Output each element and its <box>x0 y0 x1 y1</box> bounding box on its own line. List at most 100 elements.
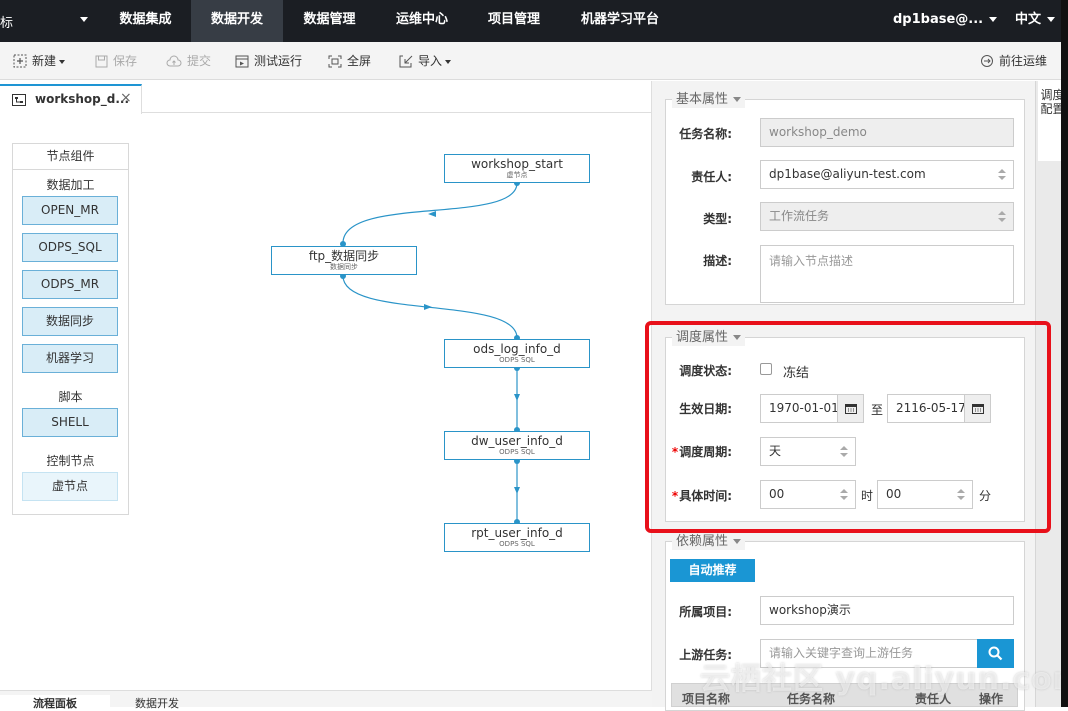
nav-data-integration[interactable]: 数据集成 <box>100 0 191 42</box>
nav-data-management[interactable]: 数据管理 <box>283 0 376 42</box>
tab-data-dev[interactable]: 数据开发 <box>135 695 179 711</box>
user-menu[interactable]: dp1base@... <box>893 0 998 40</box>
upstream-search-button[interactable] <box>977 639 1014 668</box>
save-icon <box>95 55 108 68</box>
chevron-down-icon <box>1047 17 1056 22</box>
label-text: 具体时间: <box>679 489 732 503</box>
upstream-search-input[interactable]: 请输入关键字查询上游任务 <box>760 639 978 668</box>
owner-value: dp1base@aliyun-test.com <box>769 167 926 181</box>
nav-project-management[interactable]: 项目管理 <box>468 0 560 42</box>
test-run-label: 测试运行 <box>254 54 303 68</box>
node-type: ODPS SQL <box>499 540 535 548</box>
chevron-down-icon <box>733 335 742 340</box>
edge-start-to-ftp <box>342 182 518 244</box>
upstream-label: 上游任务: <box>679 648 732 662</box>
new-button[interactable]: 新建 <box>13 52 66 70</box>
dependency-properties-toggle[interactable]: 依赖属性 <box>672 533 746 550</box>
project-input[interactable]: workshop演示 <box>760 596 1014 625</box>
save-label: 保存 <box>113 54 138 68</box>
flow-node-ftp-sync[interactable]: ftp_数据同步 数据同步 <box>271 246 417 275</box>
goto-ops-button[interactable]: 前往运维 <box>980 52 1047 70</box>
chevron-down-icon <box>733 97 742 102</box>
test-run-icon <box>235 55 249 68</box>
search-icon <box>988 646 1003 661</box>
select-arrows-icon <box>957 489 965 501</box>
required-mark: * <box>671 445 679 459</box>
submit-label: 提交 <box>187 54 212 68</box>
date-range-separator: 至 <box>871 403 884 417</box>
fullscreen-label: 全屏 <box>347 54 372 68</box>
flow-node-workshop-start[interactable]: workshop_start 虚节点 <box>444 154 590 183</box>
test-run-button[interactable]: 测试运行 <box>235 52 302 70</box>
nav-data-development[interactable]: 数据开发 <box>191 0 283 42</box>
node-type: 虚节点 <box>506 171 528 179</box>
arrow-circle-icon <box>981 55 993 67</box>
upstream-table-header: 项目名称 任务名称 责任人 操作 <box>671 683 1018 707</box>
section-title: 依赖属性 <box>676 534 729 549</box>
fullscreen-icon <box>328 55 342 68</box>
freeze-checkbox[interactable] <box>760 363 772 375</box>
schedule-cycle-label: *调度周期: <box>660 443 732 460</box>
tab-workshop-demo[interactable]: workshop_d... × <box>0 84 142 114</box>
arrow-icon <box>514 394 520 401</box>
minute-select[interactable]: 00 <box>877 480 973 509</box>
select-arrows-icon <box>840 489 848 501</box>
node-name: ftp_数据同步 <box>308 249 380 263</box>
node-type: 数据同步 <box>330 263 358 271</box>
flow-node-ods-log-info[interactable]: ods_log_info_d ODPS SQL <box>444 339 590 368</box>
label-text: 调度周期: <box>679 445 732 459</box>
hour-value: 00 <box>769 487 785 501</box>
description-textarea[interactable]: 请输入节点描述 <box>760 245 1014 303</box>
close-icon[interactable]: × <box>120 90 132 106</box>
basic-properties-toggle[interactable]: 基本属性 <box>672 91 746 108</box>
hour-select[interactable]: 00 <box>760 480 856 509</box>
calendar-icon <box>845 404 857 414</box>
arrow-icon <box>428 211 436 217</box>
toolbar: 新建 保存 提交 测试运行 全屏 导入 前往运维 <box>0 42 1068 80</box>
import-button[interactable]: 导入 <box>399 52 452 70</box>
nav-ops-center[interactable]: 运维中心 <box>376 0 468 42</box>
type-select[interactable]: 工作流任务 <box>760 202 1014 231</box>
goto-ops-label: 前往运维 <box>999 54 1048 68</box>
select-arrows-icon <box>998 169 1006 181</box>
brand-text: 标 <box>0 16 14 31</box>
bottom-tab-bar: 流程面板 数据开发 <box>0 690 652 710</box>
type-label: 类型: <box>703 212 732 226</box>
flow-node-rpt-user-info[interactable]: rpt_user_info_d ODPS SQL <box>444 523 590 552</box>
nav-ml-platform[interactable]: 机器学习平台 <box>560 0 680 42</box>
language-menu[interactable]: 中文 <box>1015 0 1056 40</box>
window-edge <box>1061 0 1068 707</box>
task-name-input[interactable]: workshop_demo <box>760 118 1014 147</box>
auto-recommend-button[interactable]: 自动推荐 <box>670 559 755 582</box>
flow-edges <box>340 180 520 525</box>
user-name: dp1base@... <box>893 12 984 27</box>
node-name: rpt_user_info_d <box>471 526 563 540</box>
minute-value: 00 <box>886 487 902 501</box>
node-type: ODPS SQL <box>499 356 535 364</box>
hour-unit: 时 <box>861 489 874 503</box>
import-icon <box>399 55 413 68</box>
select-arrows-icon <box>998 211 1006 223</box>
chevron-down-icon <box>59 59 66 64</box>
fullscreen-button[interactable]: 全屏 <box>328 52 371 70</box>
end-date-input[interactable]: 2116-05-17 <box>887 394 965 423</box>
schedule-cycle-select[interactable]: 天 <box>760 437 856 466</box>
section-title: 调度属性 <box>676 330 729 345</box>
tab-label: workshop_d... <box>35 92 130 106</box>
end-date-picker-button[interactable] <box>965 394 991 423</box>
owner-label: 责任人: <box>691 170 732 184</box>
start-date-picker-button[interactable] <box>838 394 864 423</box>
start-date-input[interactable]: 1970-01-01 <box>760 394 838 423</box>
description-label: 描述: <box>703 254 732 268</box>
schedule-properties-toggle[interactable]: 调度属性 <box>672 329 746 346</box>
product-switch-caret-icon[interactable] <box>80 17 88 22</box>
node-name: workshop_start <box>471 157 563 171</box>
workflow-icon <box>12 94 26 106</box>
col-owner: 责任人 <box>915 692 952 706</box>
submit-button[interactable]: 提交 <box>166 52 211 70</box>
flow-node-dw-user-info[interactable]: dw_user_info_d ODPS SQL <box>444 431 590 460</box>
owner-select[interactable]: dp1base@aliyun-test.com <box>760 160 1014 189</box>
arrow-icon <box>424 304 432 310</box>
save-button[interactable]: 保存 <box>95 52 137 70</box>
import-label: 导入 <box>418 54 443 68</box>
